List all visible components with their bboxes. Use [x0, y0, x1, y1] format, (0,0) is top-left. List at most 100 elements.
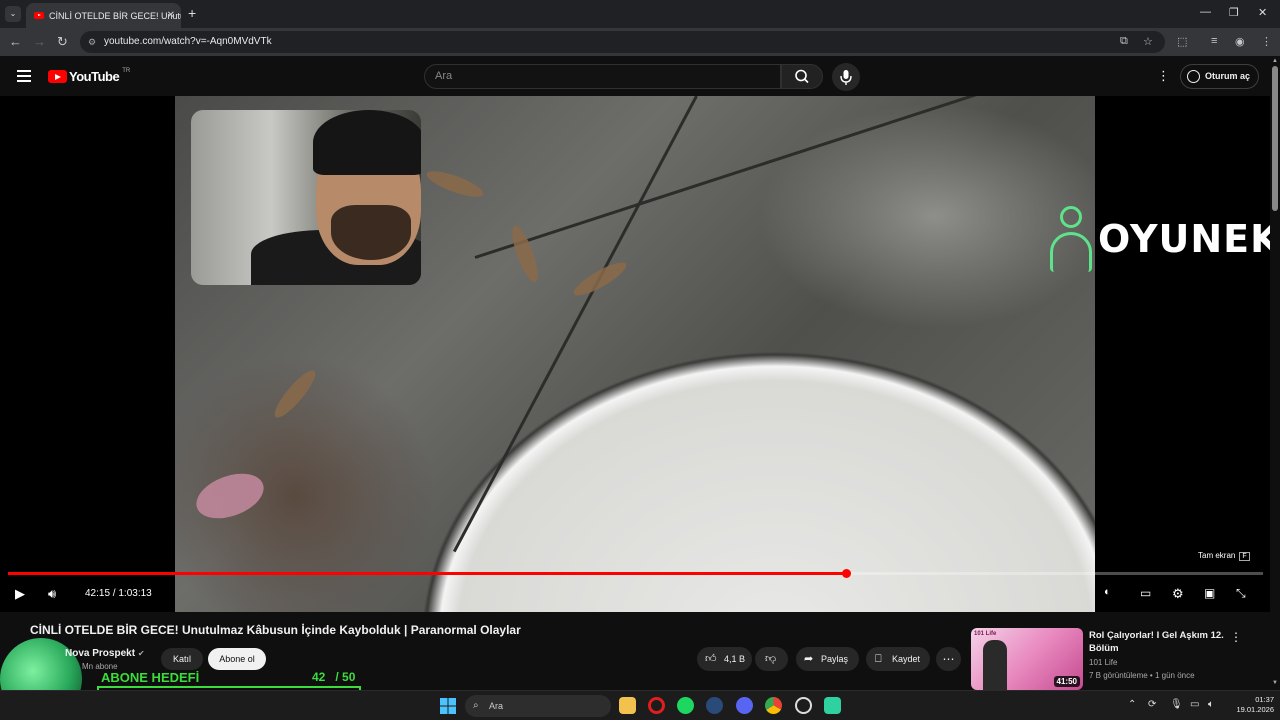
oyuneks-mascot-icon: [1048, 206, 1094, 272]
windows-start-icon[interactable]: [440, 698, 456, 714]
subscriber-goal-count: 42 / 50: [312, 670, 356, 684]
reload-icon[interactable]: ↻: [57, 34, 68, 50]
page-scrollbar[interactable]: ▲ ▼: [1270, 56, 1280, 690]
browser-tab-active[interactable]: CİNLİ OTELDE BİR GECE! Unutul ✕: [26, 3, 181, 28]
tray-mic-icon[interactable]: 🎙︎: [1170, 699, 1183, 710]
like-count: 4,1 B: [724, 654, 746, 664]
tab-close-icon[interactable]: ✕: [167, 10, 175, 21]
tab-title: CİNLİ OTELDE BİR GECE! Unutul: [49, 10, 181, 21]
join-button[interactable]: Katıl: [161, 648, 203, 670]
oyuneks-watermark: OYUNEKS: [1048, 206, 1270, 272]
profile-icon[interactable]: ◉: [1235, 35, 1245, 48]
restore-icon[interactable]: ❐: [1229, 6, 1239, 19]
play-icon[interactable]: ▶: [15, 586, 25, 602]
volume-icon[interactable]: 🔊︎: [48, 586, 56, 602]
url-field[interactable]: ⚙ youtube.com/watch?v=-Aqn0MVdVTk: [80, 31, 1165, 53]
forward-icon[interactable]: →: [33, 34, 46, 49]
pink-debris: [190, 465, 270, 527]
progress-played: [8, 572, 847, 575]
close-window-icon[interactable]: ✕: [1258, 6, 1267, 19]
save-label: Kaydet: [892, 654, 921, 664]
site-info-icon[interactable]: ⚙: [88, 31, 96, 53]
app-icon[interactable]: [824, 697, 841, 714]
browser-tab-bar: ⌄ CİNLİ OTELDE BİR GECE! Unutul ✕ + — ❐ …: [0, 0, 1280, 28]
minimize-icon[interactable]: —: [1200, 6, 1211, 18]
theater-mode-icon[interactable]: ▣: [1204, 586, 1215, 600]
fullscreen-icon[interactable]: ⤡: [1236, 586, 1246, 601]
obs-icon[interactable]: [795, 697, 812, 714]
bookmark-star-icon[interactable]: ☆: [1143, 35, 1153, 48]
search-button[interactable]: [781, 64, 823, 89]
tab-list-button[interactable]: ⌄: [5, 6, 21, 22]
browser-menu-icon[interactable]: ⋮: [1261, 35, 1272, 48]
account-icon: [1187, 70, 1200, 83]
progress-bar[interactable]: [8, 569, 1263, 578]
subscriber-goal-label: ABONE HEDEFİ: [101, 670, 200, 685]
settings-more-icon[interactable]: ⋮: [1157, 68, 1170, 84]
subscribe-button[interactable]: Abone ol: [208, 648, 266, 670]
settings-gear-icon[interactable]: ⚙: [1172, 586, 1184, 602]
thumbs-down-icon: 👎︎: [765, 653, 777, 665]
extensions-icon[interactable]: ⬚: [1177, 35, 1187, 48]
subtitles-icon[interactable]: ▭: [1140, 586, 1151, 600]
like-button[interactable]: 👍︎ 4,1 B: [697, 647, 752, 671]
more-actions-icon[interactable]: ⋯: [936, 647, 961, 671]
thumbnail-channel-tag: 101 Life: [974, 631, 997, 637]
recommendation-title[interactable]: Rol Çalıyorlar! I Gel Aşkım 12. Bölüm: [1089, 629, 1229, 655]
autoplay-toggle-icon[interactable]: ◐: [1104, 586, 1111, 598]
scroll-down-icon[interactable]: ▼: [1272, 680, 1278, 686]
floor-tile-line: [474, 96, 1066, 259]
taskbar-clock[interactable]: 01:37 19.01.2026: [1234, 695, 1274, 715]
file-explorer-icon[interactable]: [619, 697, 636, 714]
oyuneks-text: OYUNEKS: [1098, 217, 1270, 261]
webcam-person-beanie: [313, 110, 421, 175]
floor-tile-line: [452, 96, 698, 553]
speaker-icon[interactable]: 🔈︎: [1208, 699, 1214, 710]
thumbs-up-icon: 👍︎: [705, 653, 717, 665]
share-label: Paylaş: [821, 654, 849, 664]
voice-search-button[interactable]: [832, 63, 860, 91]
url-text: youtube.com/watch?v=-Aqn0MVdVTk: [104, 36, 272, 47]
channel-name[interactable]: Nova Prospekt ✔: [65, 648, 145, 659]
youtube-favicon-icon: [34, 12, 44, 19]
video-frame[interactable]: [175, 96, 1095, 612]
taskbar-search-placeholder: Ara: [489, 701, 504, 711]
video-player[interactable]: OYUNEKS Tam ekranF ▶ 🔊︎ 42:15 / 1:03:13 …: [0, 96, 1270, 612]
save-button[interactable]: ⎕ Kaydet: [866, 647, 930, 671]
recommendation-channel[interactable]: 101 Life: [1089, 658, 1117, 667]
search-input[interactable]: Ara: [424, 64, 781, 89]
youtube-logo[interactable]: YouTube TR: [48, 67, 131, 84]
scroll-up-icon[interactable]: ▲: [1272, 58, 1278, 64]
dry-leaf: [507, 223, 543, 285]
spotify-icon[interactable]: [677, 697, 694, 714]
steam-icon[interactable]: [706, 697, 723, 714]
recommendation-more-icon[interactable]: ⋮: [1230, 630, 1242, 644]
taskbar-search[interactable]: ⌕ Ara: [465, 695, 611, 717]
media-control-icon[interactable]: ≡: [1211, 35, 1217, 47]
recommendation-thumbnail[interactable]: 101 Life 41:50: [971, 628, 1083, 690]
duration: 1:03:13: [118, 588, 152, 599]
thumbnail-person: [983, 640, 1007, 690]
signin-button[interactable]: Oturum aç: [1180, 64, 1259, 89]
taskbar-search-icon: ⌕: [473, 700, 479, 711]
discord-icon[interactable]: [736, 697, 753, 714]
sync-icon[interactable]: ⟳: [1148, 699, 1156, 710]
network-icon[interactable]: ▭: [1190, 699, 1199, 710]
chrome-icon[interactable]: [765, 697, 782, 714]
back-icon[interactable]: ←: [9, 34, 22, 49]
dislike-button[interactable]: 👎︎: [755, 647, 788, 671]
opera-icon[interactable]: [648, 697, 665, 714]
webcam-person-beard: [331, 205, 411, 260]
dry-leaf: [269, 365, 321, 423]
scrollbar-thumb[interactable]: [1272, 66, 1278, 211]
tray-overflow-icon[interactable]: ⌃: [1128, 699, 1136, 710]
webcam-overlay: [191, 110, 421, 285]
share-button[interactable]: ➦ Paylaş: [796, 647, 859, 671]
microphone-icon: [840, 70, 852, 85]
install-app-icon[interactable]: ⧉: [1120, 35, 1128, 48]
new-tab-button[interactable]: +: [188, 5, 196, 21]
menu-icon[interactable]: [17, 70, 31, 85]
windows-taskbar: ⌕ Ara ⌃ ⟳ 🎙︎ ▭ 🔈︎ 01:37 19.01.2026: [0, 690, 1280, 720]
search-icon: [795, 69, 809, 84]
region-code: TR: [122, 67, 131, 74]
